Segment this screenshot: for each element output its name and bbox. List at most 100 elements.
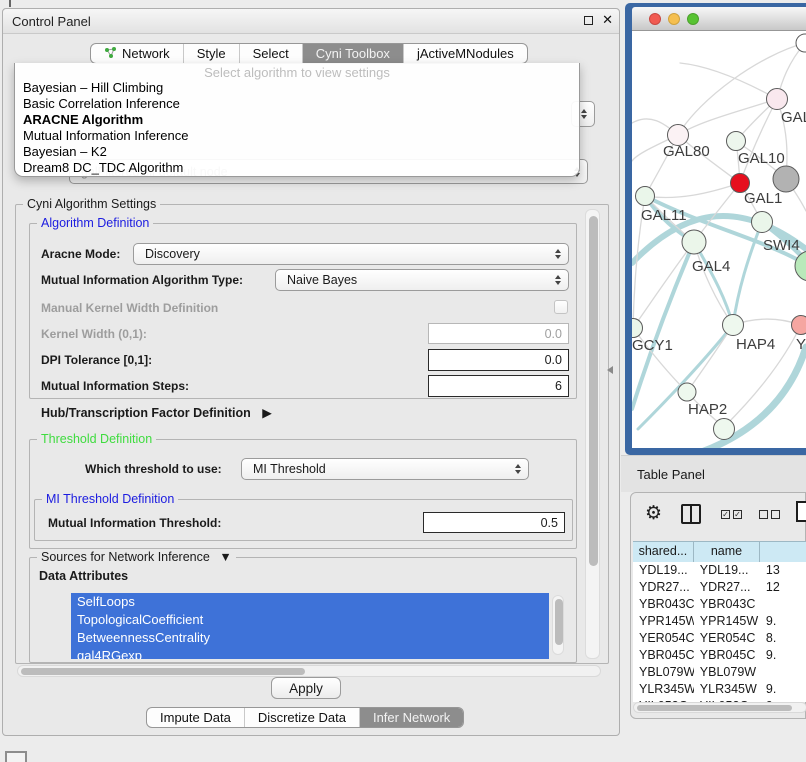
attribute-item[interactable]: SelfLoops: [71, 593, 549, 611]
manual-kernel-width-checkbox[interactable]: [554, 300, 568, 314]
tab-network[interactable]: Network: [91, 44, 183, 63]
threshold-definition-title: Threshold Definition: [37, 432, 156, 446]
tab-label: Impute Data: [160, 710, 231, 725]
tab-label: Infer Network: [373, 710, 450, 725]
table-row[interactable]: YDL19...YDL19...13: [633, 562, 806, 579]
network-node-salmon[interactable]: [792, 316, 806, 335]
tab-discretize-data[interactable]: Discretize Data: [244, 708, 359, 727]
network-node-gray[interactable]: [773, 166, 799, 192]
tab-jactivemnodules[interactable]: jActiveMNodules: [403, 44, 527, 63]
sources-group-title[interactable]: Sources for Network Inference ▼: [37, 550, 236, 564]
table-row[interactable]: YER054CYER054C8.: [633, 630, 806, 647]
kernel-width-input[interactable]: 0.0: [428, 323, 569, 344]
mac-minimize-icon[interactable]: [668, 13, 680, 25]
table-horizontal-scrollbar[interactable]: [633, 702, 806, 713]
settings-vertical-scrollbar[interactable]: [585, 209, 600, 659]
network-canvas[interactable]: GALGAL80GAL10GAL1GAL11SWI4GAL4GCY1HAP4YH…: [632, 31, 806, 448]
network-node-label: GAL10: [738, 150, 785, 167]
table-row[interactable]: YPR145WYPR145W9.: [633, 613, 806, 630]
algorithm-dropdown: Select algorithm to view settings Bayesi…: [14, 63, 580, 177]
algorithm-option[interactable]: ARACNE Algorithm: [15, 112, 579, 128]
table-cell: YDL19...: [694, 562, 760, 579]
algorithm-option[interactable]: Mutual Information Inference: [15, 128, 579, 144]
close-icon[interactable]: ✕: [602, 12, 613, 28]
mi-threshold-input[interactable]: 0.5: [423, 512, 565, 533]
mi-algorithm-type-label: Mutual Information Algorithm Type:: [41, 273, 243, 287]
which-threshold-combobox[interactable]: MI Threshold: [241, 458, 529, 480]
attributes-vertical-scrollbar[interactable]: [552, 595, 564, 655]
network-node-swi4[interactable]: [795, 251, 806, 281]
network-node-hap4[interactable]: [723, 315, 744, 336]
network-edge: [645, 183, 740, 198]
algorithm-option[interactable]: Bayesian – Hill Climbing: [15, 80, 579, 96]
network-node-gal4[interactable]: [682, 230, 706, 254]
data-attributes-list: SelfLoopsTopologicalCoefficientBetweenne…: [71, 593, 549, 659]
settings-horizontal-scrollbar[interactable]: [17, 665, 601, 677]
table-column-header[interactable]: shared...: [633, 542, 694, 563]
mi-threshold-value: 0.5: [541, 516, 558, 530]
table-cell: YDR27...: [694, 579, 760, 596]
mac-zoom-icon[interactable]: [687, 13, 699, 25]
table-column-header[interactable]: name: [694, 542, 760, 563]
network-node-gcy1[interactable]: [632, 319, 643, 338]
tab-select[interactable]: Select: [239, 44, 302, 63]
algorithm-option[interactable]: Dream8 DC_TDC Algorithm: [15, 160, 579, 176]
network-node-gal2[interactable]: [767, 89, 788, 110]
table-row[interactable]: YBL079WYBL079W: [633, 664, 806, 681]
apply-button[interactable]: Apply: [271, 677, 341, 699]
window-title: Control Panel: [12, 14, 91, 29]
float-window-icon[interactable]: [584, 16, 593, 25]
attribute-item[interactable]: gal4RGexp: [71, 647, 549, 659]
network-node-gal10[interactable]: [727, 132, 746, 151]
network-node-top-cut[interactable]: [796, 34, 806, 52]
tab-infer-network[interactable]: Infer Network: [359, 708, 463, 727]
mi-algorithm-type-combobox[interactable]: Naive Bayes: [275, 269, 569, 291]
network-node-gal11[interactable]: [636, 187, 655, 206]
minimized-panel-icon[interactable]: [5, 751, 27, 762]
aracne-mode-combobox[interactable]: Discovery: [133, 243, 569, 265]
mi-threshold-label: Mutual Information Threshold:: [48, 516, 221, 530]
network-edge: [687, 325, 733, 392]
network-node-label: Y: [796, 336, 806, 353]
checked-checkbox-icon[interactable]: ✓: [733, 510, 742, 519]
attribute-item[interactable]: TopologicalCoefficient: [71, 611, 549, 629]
table-column-header[interactable]: [760, 542, 806, 563]
network-node-hap2[interactable]: [678, 383, 696, 401]
unchecked-checkbox-icon[interactable]: [759, 510, 768, 519]
tab-impute-data[interactable]: Impute Data: [147, 708, 244, 727]
table-panel-bar: Table Panel: [621, 455, 806, 492]
network-edge: [694, 242, 733, 325]
network-node-green-mid[interactable]: [752, 212, 773, 233]
gear-icon[interactable]: ⚙: [645, 502, 662, 525]
algorithm-dropdown-placeholder: Select algorithm to view settings: [15, 63, 579, 80]
tab-cyni-toolbox[interactable]: Cyni Toolbox: [302, 44, 403, 63]
columns-icon[interactable]: [681, 504, 701, 524]
tab-style[interactable]: Style: [183, 44, 239, 63]
table-row[interactable]: YBR043CYBR043C: [633, 596, 806, 613]
document-icon[interactable]: [796, 501, 806, 522]
dpi-tolerance-value: 0.0: [545, 353, 562, 367]
splitter-collapse-icon[interactable]: [607, 366, 613, 374]
mi-steps-input[interactable]: 6: [428, 375, 569, 397]
table-cell: YBR043C: [694, 596, 760, 613]
table-row[interactable]: YLR345WYLR345W9.: [633, 681, 806, 698]
apply-button-label: Apply: [289, 681, 323, 696]
checked-checkbox-icon[interactable]: ✓: [721, 510, 730, 519]
attribute-item[interactable]: BetweennessCentrality: [71, 629, 549, 647]
table-cell: 13: [760, 562, 806, 579]
dpi-tolerance-input[interactable]: 0.0: [428, 349, 569, 371]
table-cell: [760, 596, 806, 613]
table-row[interactable]: YDR27...YDR27...12: [633, 579, 806, 596]
hub-definition-expander[interactable]: Hub/Transcription Factor Definition ▶: [41, 405, 272, 420]
table-cell: [760, 664, 806, 681]
table-cell: YDL19...: [633, 562, 694, 579]
algorithm-option[interactable]: Bayesian – K2: [15, 144, 579, 160]
table-row[interactable]: YBR045CYBR045C9.: [633, 647, 806, 664]
stepper-icon: [555, 275, 561, 285]
unchecked-checkbox-icon[interactable]: [771, 510, 780, 519]
mac-close-icon[interactable]: [649, 13, 661, 25]
algorithm-option[interactable]: Basic Correlation Inference: [15, 96, 579, 112]
network-window-titlebar: [632, 7, 806, 31]
network-node-bottom[interactable]: [714, 419, 735, 440]
tab-label: Cyni Toolbox: [316, 46, 390, 61]
